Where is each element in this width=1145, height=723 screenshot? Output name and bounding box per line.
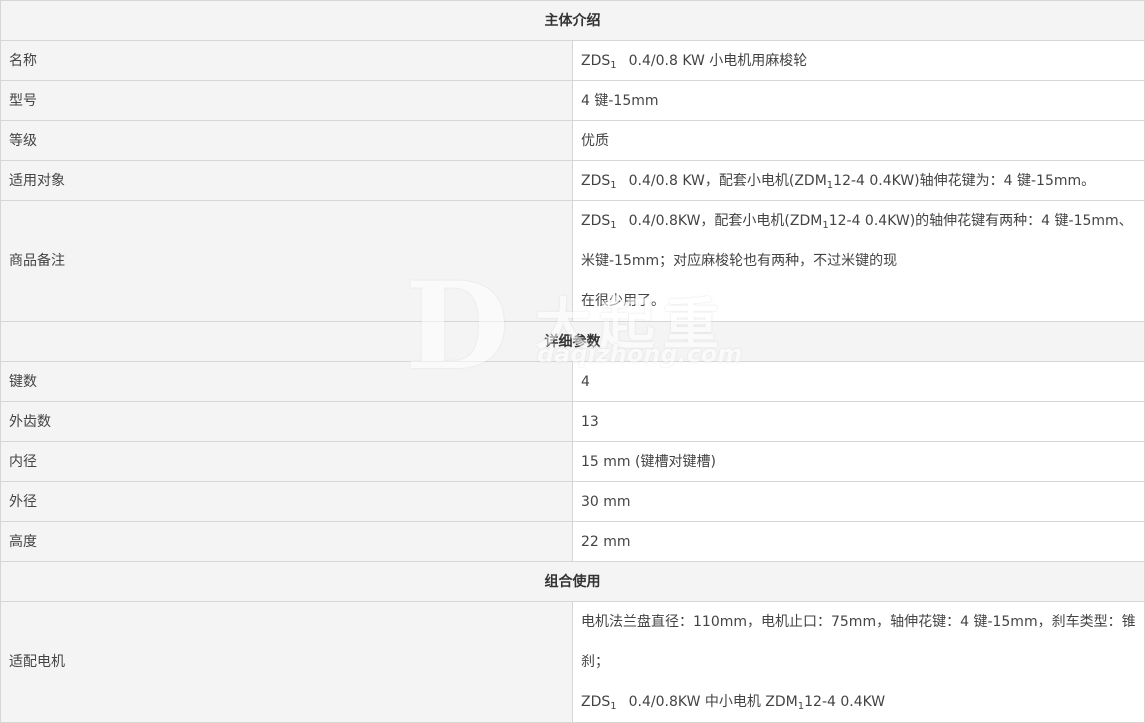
table-row: 适配电机 电机法兰盘直径：110mm，电机止口：75mm，轴伸花键：4 键-15… — [0, 601, 1145, 723]
row-value-teeth: 13 — [572, 401, 1145, 442]
section-header-combo: 组合使用 — [0, 561, 1145, 602]
section-header-detail: 详细参数 — [0, 321, 1145, 362]
row-value-height: 22 mm — [572, 521, 1145, 562]
row-value-remarks: ZDS1 0.4/0.8KW，配套小电机(ZDM112-4 0.4KW)的轴伸花键… — [572, 200, 1145, 322]
row-label-keys: 键数 — [0, 361, 573, 402]
table-row: 键数 4 — [0, 361, 1145, 402]
table-row: 外齿数 13 — [0, 401, 1145, 442]
table-row: 等级 优质 — [0, 120, 1145, 161]
row-value-inner-diameter: 15 mm (键槽对键槽) — [572, 441, 1145, 482]
row-label-teeth: 外齿数 — [0, 401, 573, 442]
row-value-grade: 优质 — [572, 120, 1145, 161]
table-row: 内径 15 mm (键槽对键槽) — [0, 441, 1145, 482]
row-label-applicable: 适用对象 — [0, 160, 573, 201]
table-row: 外径 30 mm — [0, 481, 1145, 522]
spec-table: 主体介绍 名称 ZDS1 0.4/0.8 KW 小电机用麻梭轮 型号 4 键-15… — [0, 0, 1145, 723]
row-value-outer-diameter: 30 mm — [572, 481, 1145, 522]
row-label-name: 名称 — [0, 40, 573, 81]
row-value-applicable: ZDS1 0.4/0.8 KW，配套小电机(ZDM112-4 0.4KW)轴伸花键… — [572, 160, 1145, 201]
table-row: 商品备注 ZDS1 0.4/0.8KW，配套小电机(ZDM112-4 0.4KW)… — [0, 200, 1145, 322]
row-label-grade: 等级 — [0, 120, 573, 161]
table-row: 名称 ZDS1 0.4/0.8 KW 小电机用麻梭轮 — [0, 40, 1145, 81]
row-label-outer-diameter: 外径 — [0, 481, 573, 522]
row-label-model: 型号 — [0, 80, 573, 121]
section-header-intro: 主体介绍 — [0, 0, 1145, 41]
row-label-height: 高度 — [0, 521, 573, 562]
row-value-name: ZDS1 0.4/0.8 KW 小电机用麻梭轮 — [572, 40, 1145, 81]
row-label-remarks: 商品备注 — [0, 200, 573, 322]
row-value-motor: 电机法兰盘直径：110mm，电机止口：75mm，轴伸花键：4 键-15mm，刹车… — [572, 601, 1145, 723]
row-value-model: 4 键-15mm — [572, 80, 1145, 121]
row-label-inner-diameter: 内径 — [0, 441, 573, 482]
table-row: 适用对象 ZDS1 0.4/0.8 KW，配套小电机(ZDM112-4 0.4KW… — [0, 160, 1145, 201]
table-row: 高度 22 mm — [0, 521, 1145, 562]
row-value-keys: 4 — [572, 361, 1145, 402]
table-row: 型号 4 键-15mm — [0, 80, 1145, 121]
row-label-motor: 适配电机 — [0, 601, 573, 723]
